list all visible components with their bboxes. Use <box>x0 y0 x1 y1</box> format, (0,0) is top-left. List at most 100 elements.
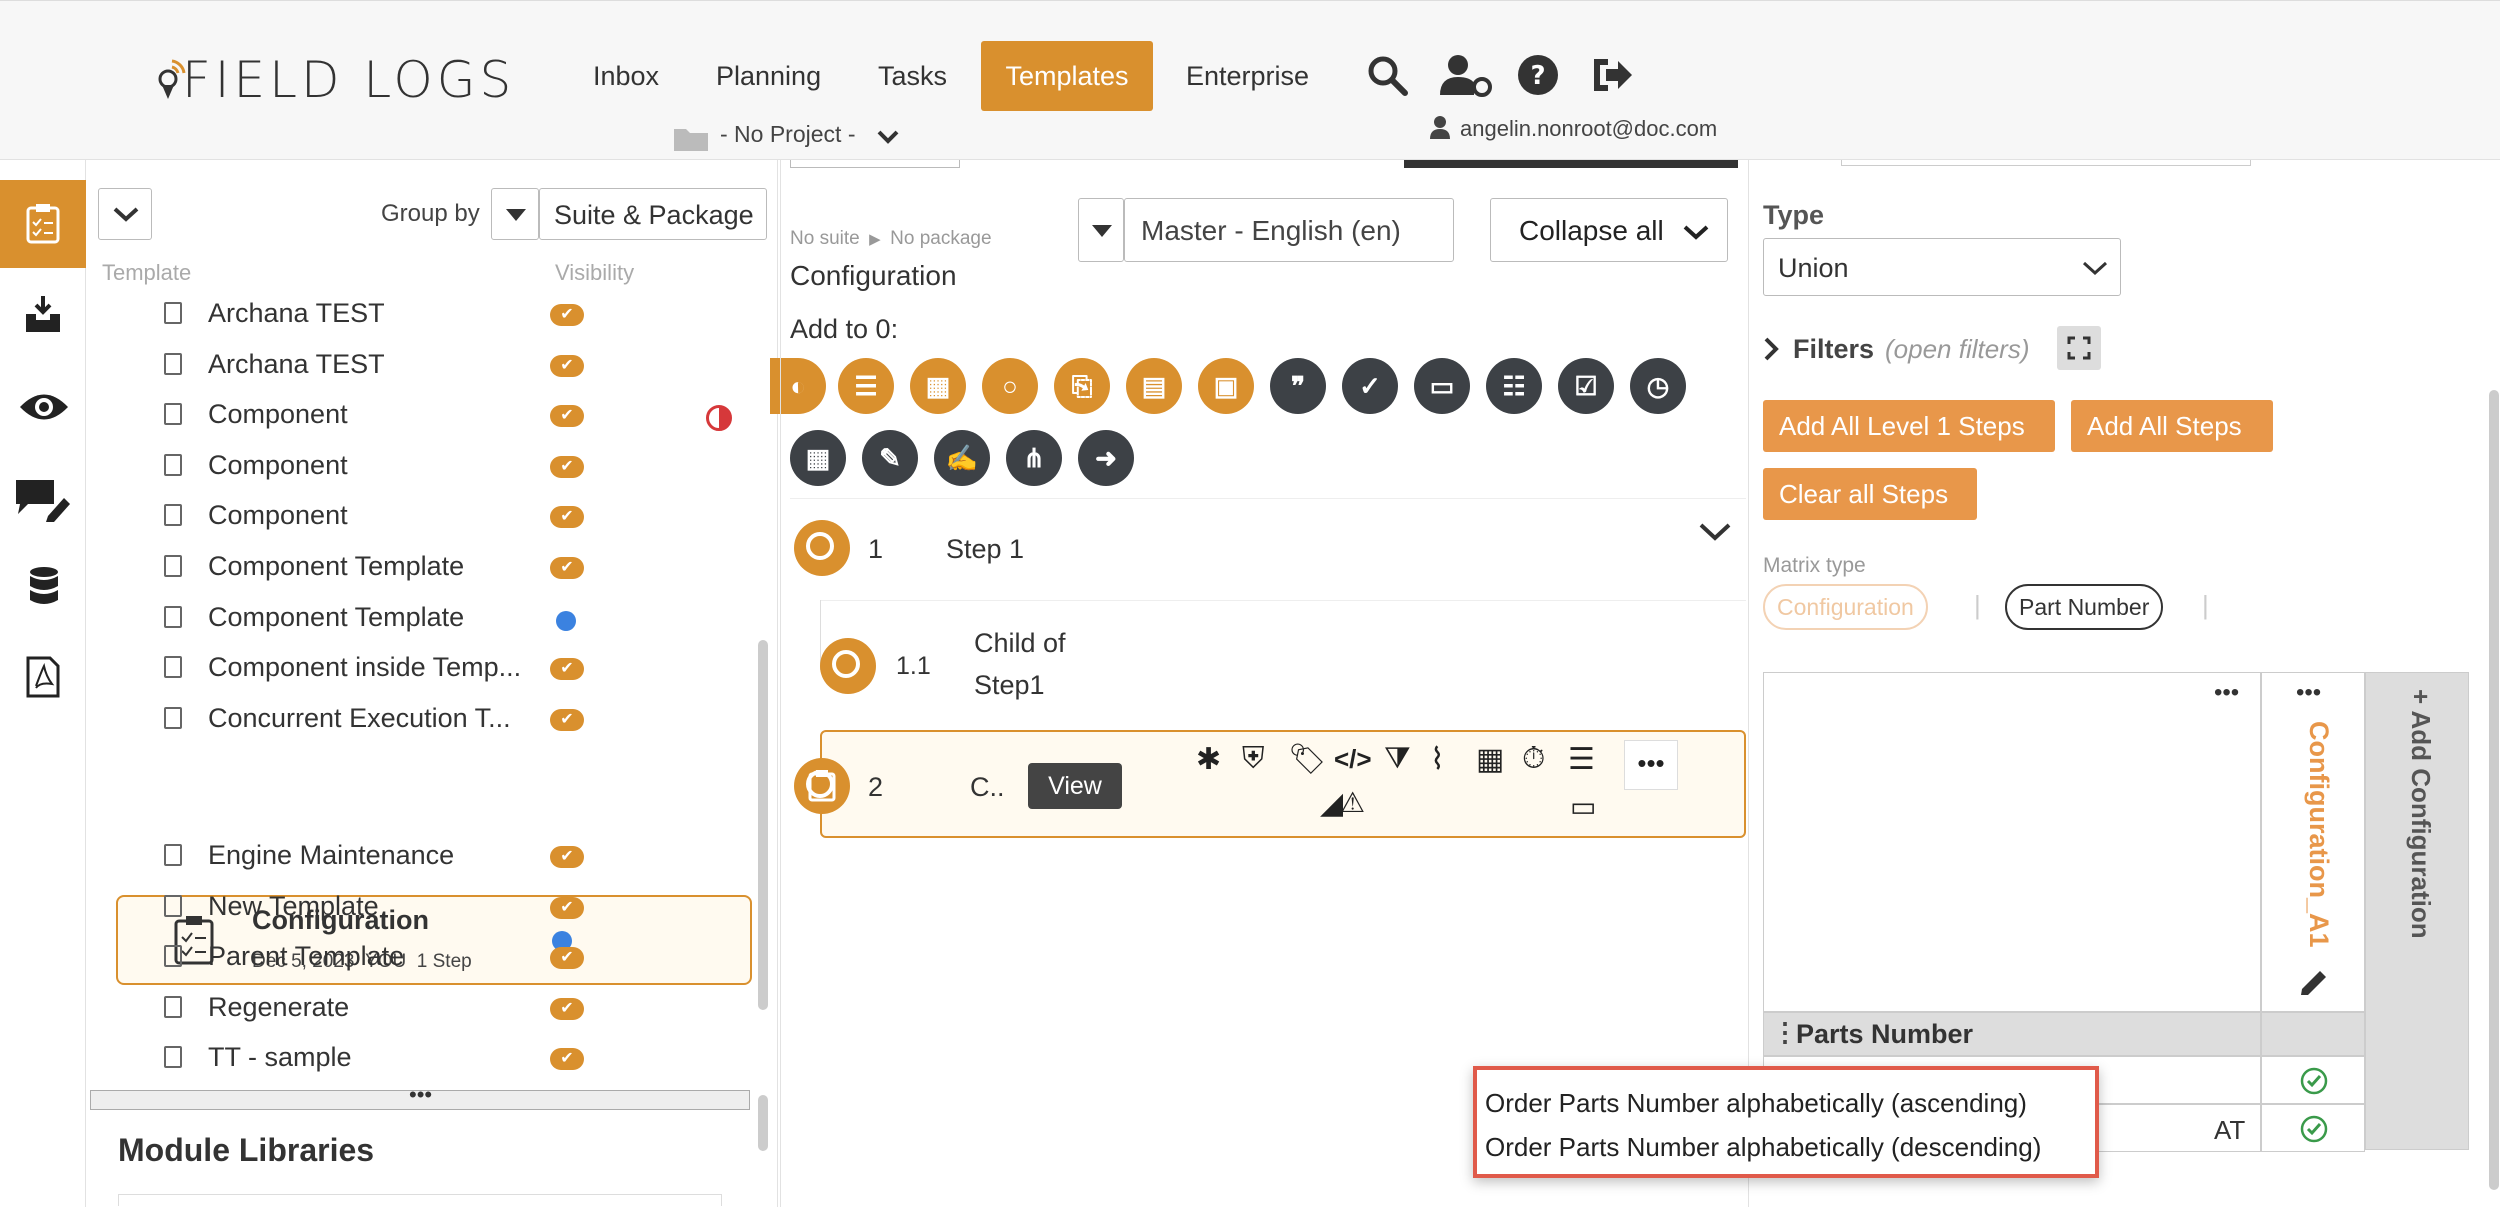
more-options-icon[interactable]: ••• <box>2296 679 2321 707</box>
kebab-menu-icon[interactable]: ⋮ <box>1772 1017 1798 1048</box>
tool-attach-icon[interactable]: ⎘ <box>1054 358 1110 414</box>
tool-share-icon[interactable]: ⋔ <box>1006 430 1062 486</box>
warning-icon[interactable]: ⚠ <box>1340 786 1365 819</box>
chevron-down-icon[interactable] <box>877 129 899 145</box>
template-row[interactable]: Archana TEST ✔ <box>88 341 758 391</box>
expand-filters-button[interactable] <box>2057 326 2101 370</box>
coins-icon[interactable]: ☰ <box>1568 742 1595 777</box>
visibility-check-icon[interactable]: ✔ <box>550 304 584 326</box>
visibility-dot[interactable] <box>556 611 576 631</box>
panel-resize-handle[interactable]: ••• <box>90 1082 750 1110</box>
visibility-check-icon[interactable]: ✔ <box>550 456 584 478</box>
step-2-label[interactable]: C.. <box>970 772 1005 803</box>
configuration-column-header[interactable]: ••• Configuration_A1 <box>2261 672 2365 1012</box>
logout-icon[interactable] <box>1590 53 1634 97</box>
required-asterisk-icon[interactable]: ✱ <box>1196 742 1221 777</box>
nav-templates[interactable]: Templates <box>981 41 1153 111</box>
template-row[interactable]: Component inside Temp... ✔ <box>88 644 758 694</box>
search-icon[interactable] <box>1365 53 1409 97</box>
visibility-check-icon[interactable]: ✔ <box>550 506 584 528</box>
user-settings-icon[interactable] <box>1440 53 1492 97</box>
brand-logo[interactable]: FIELD LOGS <box>182 51 515 109</box>
template-row[interactable]: Archana TEST ✔ <box>88 290 758 340</box>
tool-checklist-dark-icon[interactable]: ☷ <box>1486 358 1542 414</box>
collapse-all-button[interactable]: Collapse all <box>1490 198 1728 262</box>
tool-table-icon[interactable]: ▦ <box>910 358 966 414</box>
tool-calculator-icon[interactable]: ▦ <box>790 430 846 486</box>
code-icon[interactable]: </> <box>1334 744 1372 775</box>
nav-tasks[interactable]: Tasks <box>858 41 967 111</box>
paperclip-icon[interactable]: ⌇ <box>1430 742 1445 777</box>
help-icon[interactable]: ? <box>1516 53 1560 97</box>
nav-enterprise[interactable]: Enterprise <box>1166 41 1329 111</box>
tool-check-x-icon[interactable]: ✓ <box>1342 358 1398 414</box>
clear-all-steps-button[interactable]: Clear all Steps <box>1763 468 1977 520</box>
group-by-caret[interactable] <box>491 188 539 240</box>
tags-icon[interactable]: 🏷 <box>1288 742 1326 777</box>
rail-database[interactable] <box>0 544 86 632</box>
template-row[interactable]: Component ✔ <box>88 492 758 542</box>
pencil-icon[interactable] <box>2298 965 2330 997</box>
template-row[interactable]: Concurrent Execution T... ✔ <box>88 695 758 745</box>
visibility-check-icon[interactable]: ✔ <box>550 658 584 680</box>
chevron-right-icon[interactable] <box>1763 336 1779 362</box>
add-all-steps-button[interactable]: Add All Steps <box>2071 400 2273 452</box>
filters-label[interactable]: Filters <box>1793 334 1874 365</box>
visibility-check-icon[interactable]: ✔ <box>550 897 584 919</box>
sort-ascending-option[interactable]: Order Parts Number alphabetically (ascen… <box>1485 1088 2027 1119</box>
tool-edit-icon[interactable]: ✍ <box>934 430 990 486</box>
tool-ruler-icon[interactable]: ✎ <box>862 430 918 486</box>
visibility-check-icon[interactable]: ✔ <box>550 557 584 579</box>
stopwatch-icon[interactable]: ⏱ <box>1522 742 1545 776</box>
template-row[interactable]: Component ✔ <box>88 391 758 441</box>
expand-dropdown[interactable] <box>98 188 152 240</box>
visibility-check-icon[interactable]: ✔ <box>550 1048 584 1070</box>
tool-list-icon[interactable]: ☰ <box>838 358 894 414</box>
visibility-check-icon[interactable]: ✔ <box>550 998 584 1020</box>
parts-number-header[interactable]: ⋮ Parts Number <box>1763 1012 2261 1056</box>
filter-icon[interactable]: ⧩ <box>1384 742 1411 776</box>
parts-row-2-config-cell[interactable] <box>2261 1104 2365 1152</box>
template-row[interactable]: New Template ✔ <box>88 883 758 933</box>
step-1-label[interactable]: Step 1 <box>946 534 1024 565</box>
add-configuration-column[interactable]: + Add Configuration <box>2365 672 2469 1150</box>
breadcrumb-package[interactable]: No package <box>890 228 991 249</box>
step-1-icon[interactable] <box>794 520 850 576</box>
template-row[interactable]: Component Template ✔ <box>88 543 758 593</box>
rail-inbox[interactable] <box>0 274 86 362</box>
tool-dropdown-icon[interactable]: ▭ <box>1414 358 1470 414</box>
tool-circle-icon[interactable]: ○ <box>982 358 1038 414</box>
shield-icon[interactable]: ⛨ <box>1242 742 1265 776</box>
visibility-check-icon[interactable]: ✔ <box>550 846 584 868</box>
template-row[interactable]: TT - sample ✔ <box>88 1034 758 1084</box>
matrix-type-configuration-pill[interactable]: Configuration <box>1763 584 1928 630</box>
nav-inbox[interactable]: Inbox <box>573 41 679 111</box>
more-options-icon[interactable]: ••• <box>1624 740 1678 790</box>
visibility-check-icon[interactable]: ✔ <box>550 947 584 969</box>
filters-hint[interactable]: (open filters) <box>1885 334 2030 365</box>
tool-checklist-icon[interactable]: ▤ <box>1126 358 1182 414</box>
id-card-icon[interactable]: ▭ <box>1570 790 1596 823</box>
grid-icon[interactable]: ▦ <box>1476 742 1504 777</box>
tool-clock-icon[interactable]: ◷ <box>1630 358 1686 414</box>
rail-comments[interactable] <box>0 454 86 542</box>
visibility-check-icon[interactable]: ✔ <box>550 709 584 731</box>
template-row[interactable]: Component ✔ <box>88 442 758 492</box>
template-list-scrollbar[interactable] <box>758 640 768 1010</box>
chevron-down-icon[interactable] <box>1698 522 1732 544</box>
step-1-1-icon[interactable] <box>820 638 876 694</box>
view-button[interactable]: View <box>1028 763 1122 809</box>
nav-planning[interactable]: Planning <box>696 41 841 111</box>
add-all-level1-steps-button[interactable]: Add All Level 1 Steps <box>1763 400 2055 452</box>
more-options-icon[interactable]: ••• <box>2214 679 2239 707</box>
type-select[interactable]: Union <box>1763 238 2121 296</box>
step-1-1-label-line2[interactable]: Step1 <box>974 670 1045 701</box>
tool-step-icon[interactable]: ◐ <box>770 358 826 414</box>
visibility-check-icon[interactable]: ✔ <box>550 405 584 427</box>
right-panel-scrollbar[interactable] <box>2489 390 2499 1190</box>
template-row[interactable]: Component Template <box>88 594 758 644</box>
visibility-check-icon[interactable]: ✔ <box>550 355 584 377</box>
matrix-type-part-number-pill[interactable]: Part Number <box>2005 584 2164 630</box>
column-header-visibility[interactable]: Visibility <box>555 260 634 286</box>
language-select[interactable]: Master - English (en) <box>1124 198 1454 262</box>
